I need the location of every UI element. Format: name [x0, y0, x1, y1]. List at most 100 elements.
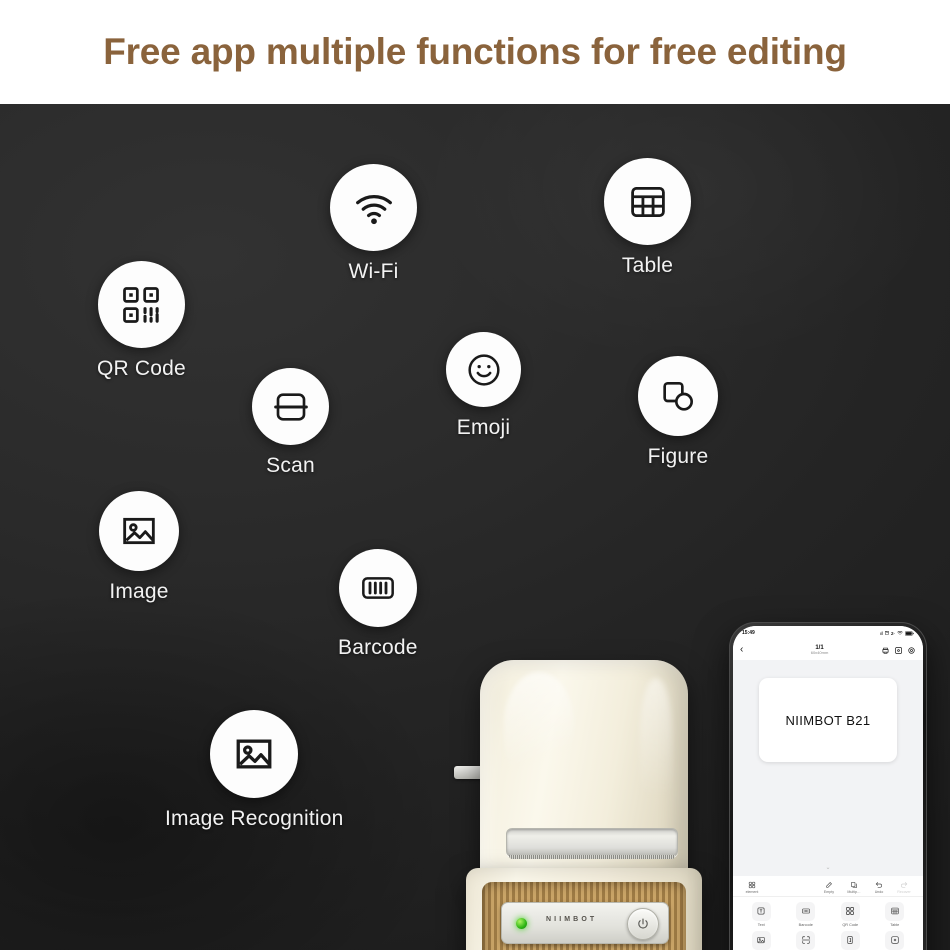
tool-insert-excel[interactable]: Insert Excel: [874, 930, 917, 950]
sim-icon: 2·: [890, 630, 895, 636]
empty-icon: [826, 881, 832, 888]
multiple-icon: [851, 881, 857, 888]
undo-icon: [875, 881, 882, 888]
status-bar: 15:49 ıl ◳ 2·: [733, 626, 923, 640]
tool-table[interactable]: Table: [874, 901, 917, 927]
phone-screen: 15:49 ıl ◳ 2· ‹ 1/1 60x40mm NIIMBOT B21 …: [733, 626, 923, 950]
undo-button[interactable]: Undo: [867, 881, 891, 894]
multiple-button[interactable]: Multip…: [842, 881, 866, 894]
tool-serial-number[interactable]: Serial Number: [829, 930, 872, 950]
label-printer: NIIMBOT: [454, 660, 702, 950]
empty-button[interactable]: Empty: [817, 881, 841, 894]
element-button[interactable]: element: [740, 881, 764, 894]
printer-highlight: [504, 672, 574, 792]
tool-panel: element Empty Multip… Undo Recover Text …: [733, 875, 923, 950]
page-indicator-group: 1/1 60x40mm: [758, 645, 881, 655]
feature-label: Image: [109, 580, 169, 603]
tool-scan[interactable]: Scan: [785, 930, 828, 950]
phone-mockup: 15:49 ıl ◳ 2· ‹ 1/1 60x40mm NIIMBOT B21 …: [729, 622, 927, 950]
qr-code-icon: [97, 261, 185, 348]
tool-barcode[interactable]: Barcode: [785, 901, 828, 927]
emoji-icon: [446, 332, 521, 407]
print-head-icon[interactable]: [881, 646, 890, 655]
feature-label: Figure: [647, 445, 709, 468]
redo-icon: [901, 881, 908, 888]
scan-icon: [796, 930, 816, 950]
qr-code-icon: [840, 901, 860, 921]
tool-qr-code[interactable]: QR Code: [829, 901, 872, 927]
image-icon: [751, 930, 771, 950]
tool-grid: Text Barcode QR Code Table: [733, 897, 923, 950]
quick-actions: Empty Multip… Undo Recover: [817, 881, 916, 894]
feature-label: Wi-Fi: [348, 260, 399, 283]
quick-action-bar: element Empty Multip… Undo Recover: [733, 879, 923, 897]
status-icons: ıl ◳ 2·: [880, 630, 914, 636]
table-icon: [885, 901, 905, 921]
serial-number-icon: [840, 930, 860, 950]
promo-page: Free app multiple functions for free edi…: [0, 0, 950, 950]
product-stage: Wi-Fi Table QR Code Emoji Scan Figure Im…: [0, 104, 950, 950]
printer-highlight-right: [640, 678, 672, 828]
tool-text[interactable]: Text: [740, 901, 783, 927]
label-preview[interactable]: NIIMBOT B21: [759, 678, 897, 762]
chevron-down-icon[interactable]: ⌄: [825, 864, 830, 871]
signal-icon: ıl: [880, 630, 883, 636]
figure-icon: [638, 356, 718, 436]
status-time: 15:49: [742, 630, 755, 636]
status-led: [516, 918, 527, 929]
battery-icon: [905, 630, 914, 636]
tool-image[interactable]: Image: [740, 930, 783, 950]
feature-barcode[interactable]: Barcode: [338, 549, 418, 660]
power-icon: [638, 918, 648, 929]
scan-icon: [252, 368, 329, 445]
image-icon: [99, 491, 179, 571]
tool-label: Table: [890, 922, 900, 927]
feature-table[interactable]: Table: [604, 158, 691, 278]
wifi-icon: [897, 631, 903, 635]
save-template-icon[interactable]: [894, 646, 903, 655]
recover-button[interactable]: Recover: [892, 881, 916, 894]
settings-gear-icon[interactable]: [907, 646, 916, 655]
text-icon: [751, 901, 771, 921]
printer-control-panel: NIIMBOT: [501, 902, 669, 944]
printer-paper-slot: [506, 828, 678, 859]
feature-qr-code[interactable]: QR Code: [97, 261, 186, 381]
tool-label: Text: [757, 922, 765, 927]
label-text: NIIMBOT B21: [785, 712, 871, 728]
feature-image[interactable]: Image: [99, 491, 179, 604]
nav-action-icons: [881, 646, 916, 655]
quick-action-label: Undo: [874, 889, 884, 894]
barcode-icon: [796, 901, 816, 921]
power-button[interactable]: [627, 908, 659, 940]
feature-label: QR Code: [97, 357, 186, 380]
feature-label: Barcode: [338, 636, 418, 659]
table-icon: [604, 158, 691, 245]
image-recognition-icon: [210, 710, 299, 798]
tool-label: QR Code: [842, 922, 859, 927]
feature-image-recognition[interactable]: Image Recognition: [165, 710, 344, 831]
feature-emoji[interactable]: Emoji: [446, 332, 521, 440]
feature-figure[interactable]: Figure: [638, 356, 718, 469]
feature-scan[interactable]: Scan: [252, 368, 329, 478]
barcode-icon: [338, 549, 417, 627]
back-button[interactable]: ‹: [740, 645, 758, 655]
page-title: Free app multiple functions for free edi…: [103, 31, 847, 72]
tool-label: Barcode: [798, 922, 813, 927]
feature-wifi[interactable]: Wi-Fi: [330, 164, 417, 284]
label-canvas[interactable]: NIIMBOT B21 ⌄: [733, 660, 923, 876]
header-banner: Free app multiple functions for free edi…: [0, 0, 950, 104]
app-nav-bar: ‹ 1/1 60x40mm: [733, 640, 923, 660]
feature-label: Image Recognition: [165, 807, 344, 830]
element-label: element: [745, 889, 759, 894]
printer-base: NIIMBOT: [466, 868, 702, 950]
feature-label: Scan: [266, 454, 315, 477]
quick-action-label: Multip…: [847, 889, 861, 894]
label-size: 60x40mm: [810, 650, 829, 656]
printer-brand-label: NIIMBOT: [546, 916, 598, 923]
wifi-icon: [330, 164, 417, 251]
insert-excel-icon: [885, 930, 905, 950]
alarm-icon: ◳: [884, 630, 889, 635]
element-icon: [748, 881, 756, 888]
printer-top-shell: [480, 660, 688, 882]
feature-label: Table: [621, 254, 674, 277]
